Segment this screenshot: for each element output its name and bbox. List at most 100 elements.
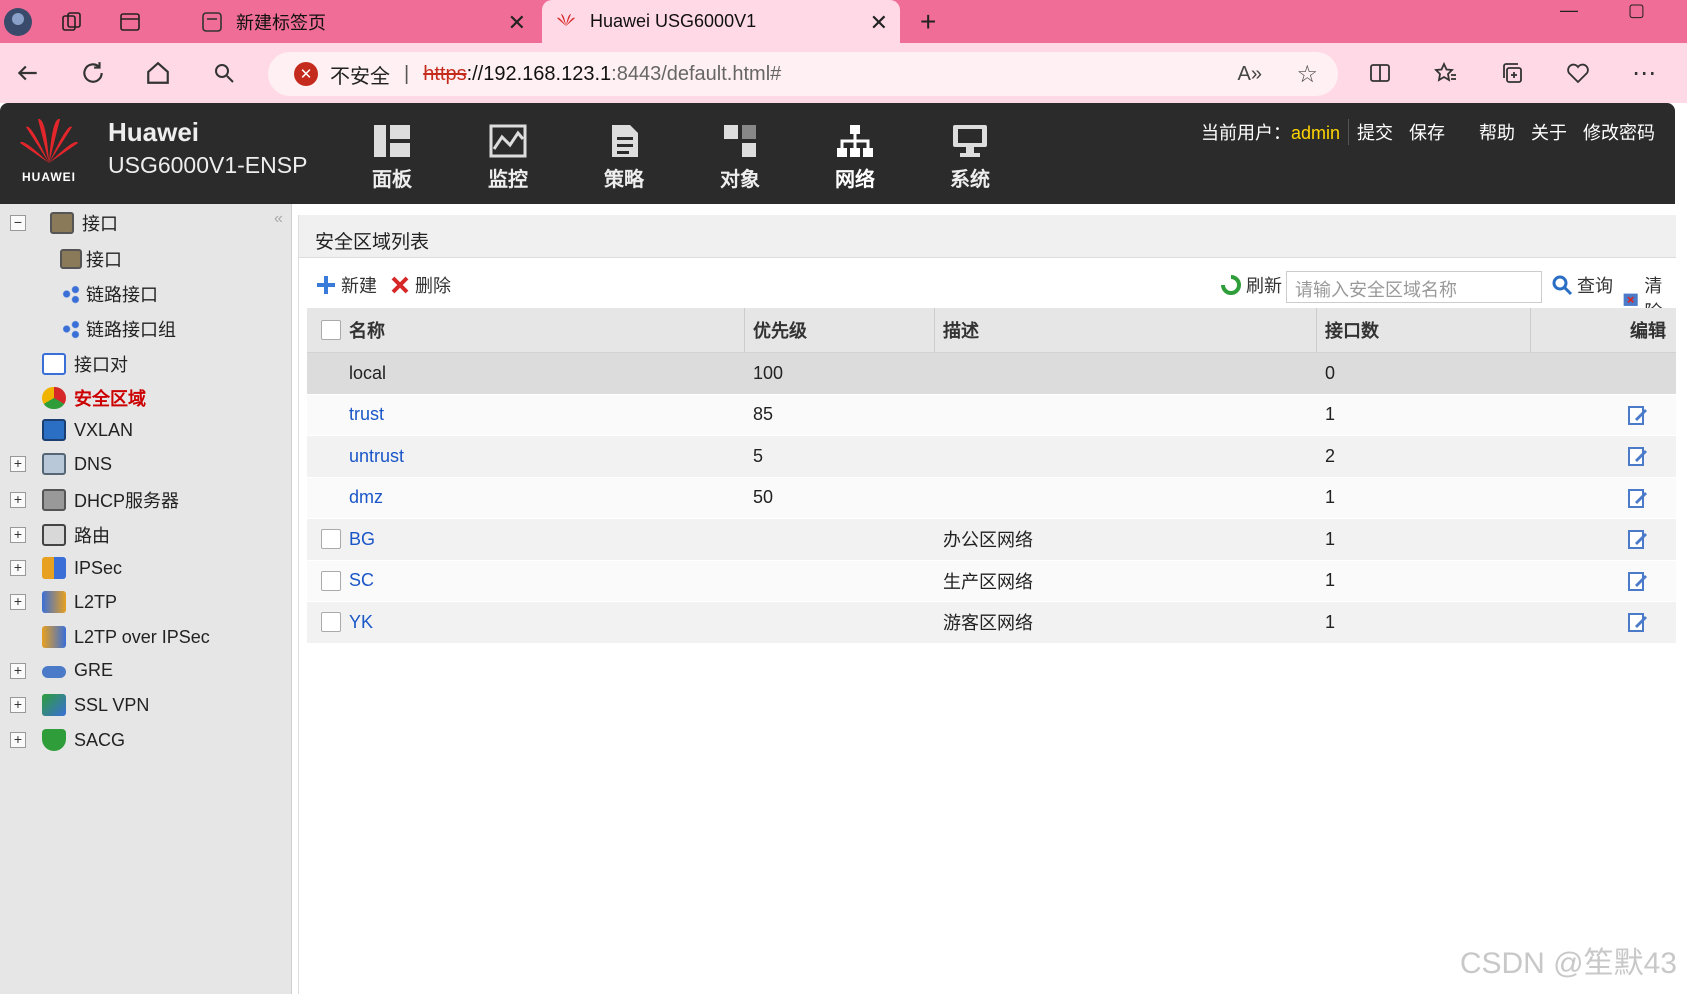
ipsec-icon — [42, 557, 66, 579]
about-button[interactable]: 关于 — [1523, 119, 1575, 145]
nav-monitor[interactable]: 监控 — [468, 123, 548, 192]
zone-name-link[interactable]: BG — [349, 519, 375, 560]
sidebar-item-vxlan[interactable]: VXLAN — [42, 419, 133, 441]
nav-object[interactable]: 对象 — [700, 123, 780, 192]
sidebar-item-sacg[interactable]: + SACG — [10, 729, 125, 751]
zone-search-input[interactable]: 请输入安全区域名称 — [1286, 271, 1542, 303]
new-button[interactable]: 新建 — [315, 272, 377, 298]
edit-icon — [1628, 447, 1647, 467]
nav-policy[interactable]: 策略 — [584, 123, 664, 192]
security-label[interactable]: 不安全 — [330, 60, 390, 89]
delete-button[interactable]: 删除 — [389, 272, 451, 298]
zone-name-link[interactable]: untrust — [349, 436, 404, 477]
nav-label: 网络 — [835, 169, 875, 191]
edit-button[interactable] — [1627, 519, 1649, 560]
expand-icon[interactable]: + — [10, 594, 26, 610]
new-tab-button[interactable]: + — [920, 6, 936, 38]
expand-icon[interactable]: + — [10, 560, 26, 576]
sidebar-item-interface-pair[interactable]: 接口对 — [42, 351, 128, 377]
sidebar-item-routing[interactable]: + 路由 — [10, 522, 110, 548]
zone-name-link[interactable]: YK — [349, 602, 373, 643]
expand-icon[interactable]: + — [10, 492, 26, 508]
favorites-icon[interactable] — [1426, 53, 1466, 93]
profile-avatar[interactable] — [2, 6, 34, 38]
browser-essentials-icon[interactable] — [1558, 53, 1598, 93]
close-icon[interactable]: ✕ — [870, 10, 888, 36]
edit-button[interactable] — [1627, 395, 1649, 436]
back-icon[interactable] — [8, 53, 48, 93]
collapse-sidebar-icon[interactable]: « — [274, 210, 283, 228]
expand-icon[interactable]: + — [10, 662, 26, 679]
sidebar-item-security-zone[interactable]: 安全区域 — [42, 385, 146, 411]
sidebar-item-interface-group[interactable]: − 接口 — [10, 210, 118, 236]
query-button[interactable]: 查询 — [1551, 272, 1613, 298]
table-row[interactable]: trust 85 1 — [307, 394, 1676, 436]
table-header: 名称 优先级 描述 接口数 编辑 — [307, 308, 1676, 353]
zone-name-link[interactable]: SC — [349, 561, 374, 602]
sidebar-item-dns[interactable]: + DNS — [10, 453, 112, 475]
tab-actions-icon[interactable] — [114, 6, 146, 38]
header-description[interactable]: 描述 — [935, 308, 1317, 352]
read-aloud-icon[interactable]: A» — [1238, 63, 1262, 86]
header-interface-count[interactable]: 接口数 — [1317, 308, 1531, 352]
tab-huawei[interactable]: Huawei USG6000V1 ✕ — [542, 0, 900, 43]
row-checkbox[interactable] — [321, 529, 341, 550]
select-all-checkbox[interactable] — [321, 320, 341, 340]
more-menu-icon[interactable]: ⋯ — [1624, 53, 1664, 93]
header-priority[interactable]: 优先级 — [745, 308, 935, 352]
refresh-button[interactable]: 刷新 — [1220, 272, 1282, 298]
sidebar-item-l2tp[interactable]: + L2TP — [10, 591, 117, 613]
edit-button[interactable] — [1627, 478, 1649, 519]
nav-dashboard[interactable]: 面板 — [352, 123, 432, 192]
expand-icon[interactable]: + — [10, 456, 26, 472]
row-checkbox[interactable] — [321, 612, 341, 633]
sidebar-item-label: 安全区域 — [74, 389, 146, 409]
split-screen-icon[interactable] — [1360, 53, 1400, 93]
workspaces-icon[interactable] — [56, 6, 88, 38]
sidebar-item-label: GRE — [74, 660, 114, 680]
nav-network[interactable]: 网络 — [815, 123, 895, 192]
table-row[interactable]: dmz 50 1 — [307, 477, 1676, 519]
sidebar-item-interface[interactable]: 接口 — [60, 246, 122, 272]
search-icon[interactable] — [204, 53, 244, 93]
table-row[interactable]: SC 生产区网络 1 — [307, 560, 1676, 602]
tab-new-tab[interactable]: 新建标签页 ✕ — [186, 0, 538, 43]
expand-icon[interactable]: + — [10, 697, 26, 713]
zone-name-link[interactable]: dmz — [349, 478, 383, 519]
edit-button[interactable] — [1627, 602, 1649, 643]
edit-icon — [1628, 488, 1647, 508]
help-button[interactable]: 帮助 — [1471, 119, 1523, 145]
nav-system[interactable]: 系统 — [930, 123, 1010, 192]
minimize-icon[interactable]: — — [1560, 0, 1578, 21]
sidebar-item-link-interface-group[interactable]: 链路接口组 — [60, 316, 176, 342]
close-icon[interactable]: ✕ — [508, 10, 526, 36]
sidebar-item-l2tp-over-ipsec[interactable]: L2TP over IPSec — [42, 626, 210, 648]
sidebar-item-dhcp-server[interactable]: + DHCP服务器 — [10, 487, 179, 513]
favorite-star-icon[interactable]: ☆ — [1296, 60, 1318, 89]
edit-button[interactable] — [1627, 561, 1649, 602]
zone-name: local — [349, 362, 387, 383]
collapse-icon[interactable]: − — [10, 215, 26, 231]
table-row[interactable]: untrust 5 2 — [307, 436, 1676, 478]
commit-button[interactable]: 提交 — [1348, 119, 1401, 145]
expand-icon[interactable]: + — [10, 732, 26, 748]
save-button[interactable]: 保存 — [1401, 119, 1453, 145]
zone-name-link[interactable]: trust — [349, 395, 384, 436]
maximize-icon[interactable]: ▢ — [1628, 0, 1645, 21]
table-row[interactable]: YK 游客区网络 1 — [307, 602, 1676, 644]
sidebar-item-gre[interactable]: + GRE — [10, 660, 114, 681]
sidebar-item-ipsec[interactable]: + IPSec — [10, 557, 122, 579]
sidebar-item-ssl-vpn[interactable]: + SSL VPN — [10, 694, 149, 716]
change-password-button[interactable]: 修改密码 — [1575, 119, 1663, 145]
home-icon[interactable] — [138, 53, 178, 93]
edit-button[interactable] — [1627, 436, 1649, 477]
table-row[interactable]: local 100 0 — [307, 353, 1676, 395]
url-field[interactable]: ✕ 不安全 | https ://192.168.123.1 :8443/def… — [268, 52, 1338, 96]
sidebar-item-link-interface[interactable]: 链路接口 — [60, 281, 158, 307]
nav-label: 系统 — [950, 169, 990, 191]
table-row[interactable]: BG 办公区网络 1 — [307, 519, 1676, 561]
refresh-icon[interactable] — [73, 53, 113, 93]
collections-icon[interactable] — [1492, 53, 1532, 93]
row-checkbox[interactable] — [321, 570, 341, 591]
expand-icon[interactable]: + — [10, 527, 26, 543]
